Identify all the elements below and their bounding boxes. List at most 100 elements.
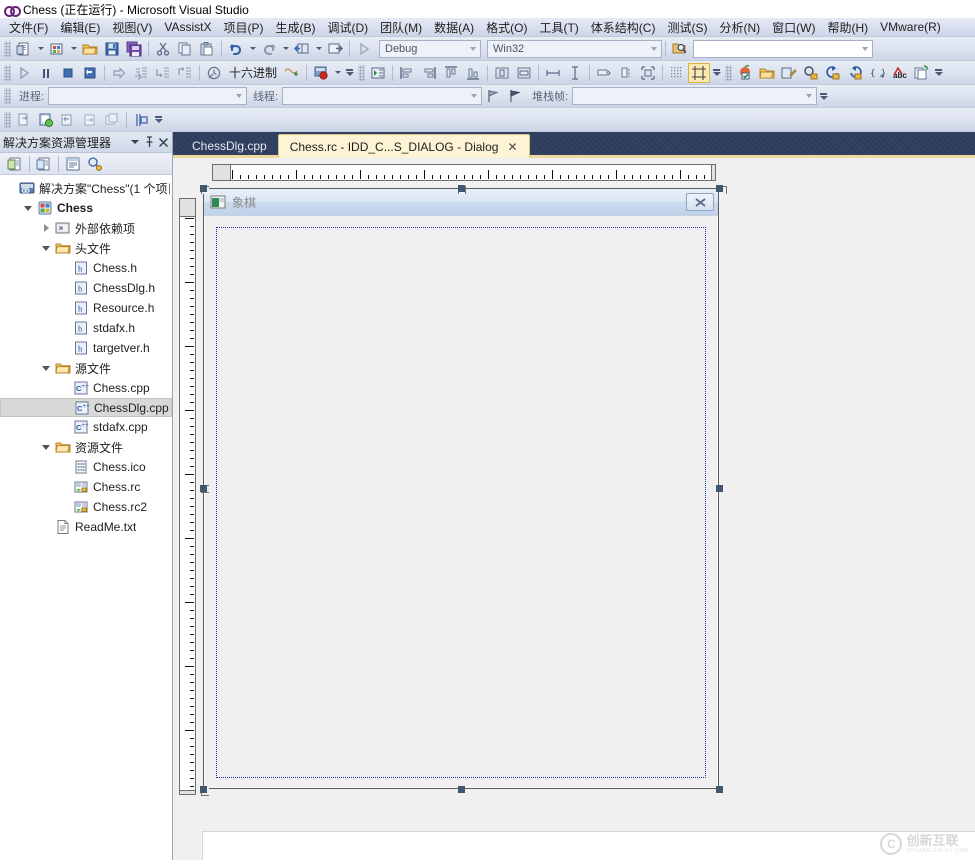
- copy-icon[interactable]: [174, 39, 196, 59]
- toolbar-grip[interactable]: [4, 41, 11, 57]
- close-icon[interactable]: ✕: [507, 141, 517, 153]
- new-project-dropdown[interactable]: [68, 39, 79, 59]
- va-snippet-icon[interactable]: { }: [866, 63, 888, 83]
- tree-item-10[interactable]: C++Chess.cpp: [0, 378, 172, 398]
- platform-combo[interactable]: Win32: [487, 40, 662, 58]
- show-all-files-icon[interactable]: [33, 154, 55, 174]
- tree-item-15[interactable]: Chess.rc: [0, 477, 172, 497]
- chevron-down-icon[interactable]: [38, 439, 54, 455]
- hexadecimal-display-label[interactable]: 十六进制: [225, 64, 281, 81]
- tree-item-12[interactable]: C++stdafx.cpp: [0, 417, 172, 437]
- step-into-new-icon[interactable]: [79, 110, 101, 130]
- menu-item-0[interactable]: 文件(F): [3, 17, 54, 38]
- selection-handle-mid-right[interactable]: [716, 485, 723, 492]
- open-file-icon[interactable]: [79, 39, 101, 59]
- toolbar-overflow-button[interactable]: [152, 110, 165, 130]
- chevron-right-icon[interactable]: [38, 220, 54, 236]
- tree-item-5[interactable]: hChessDlg.h: [0, 278, 172, 298]
- tab-order-icon[interactable]: [367, 63, 389, 83]
- menu-item-7[interactable]: 团队(M): [374, 17, 428, 38]
- toolbar-overflow-button[interactable]: [817, 86, 830, 106]
- align-bottoms-icon[interactable]: [462, 63, 484, 83]
- view-code-icon[interactable]: [62, 154, 84, 174]
- toggle-guides-icon[interactable]: [688, 63, 710, 83]
- new-project-icon[interactable]: [46, 39, 68, 59]
- menu-item-4[interactable]: 项目(P): [217, 17, 269, 38]
- menu-item-15[interactable]: 帮助(H): [821, 17, 874, 38]
- selection-handle-bottom-right[interactable]: [716, 786, 723, 793]
- dialog-client-area[interactable]: [216, 227, 706, 778]
- va-spell-check-icon[interactable]: abc: [888, 63, 910, 83]
- navigate-forward-icon[interactable]: [324, 39, 346, 59]
- apply-code-changes-icon[interactable]: [35, 110, 57, 130]
- debug-windows-icon[interactable]: [203, 63, 225, 83]
- tree-item-13[interactable]: 资源文件: [0, 437, 172, 457]
- design-dialog[interactable]: 象棋: [203, 188, 719, 789]
- new-item-dropdown[interactable]: [35, 39, 46, 59]
- tree-item-11[interactable]: C++ChessDlg.cpp: [0, 398, 172, 417]
- step-out-current-icon[interactable]: [57, 110, 79, 130]
- chevron-down-icon[interactable]: [38, 240, 54, 256]
- breakpoint-dropdown[interactable]: [332, 63, 343, 83]
- redo-icon[interactable]: [258, 39, 280, 59]
- redo-dropdown[interactable]: [280, 39, 291, 59]
- toolbar-grip[interactable]: [4, 88, 11, 104]
- menu-item-10[interactable]: 工具(T): [533, 17, 584, 38]
- find-input[interactable]: [693, 40, 873, 58]
- editor-tab-0[interactable]: ChessDlg.cpp: [181, 134, 278, 158]
- align-rights-icon[interactable]: [418, 63, 440, 83]
- flag-filter-icon[interactable]: [482, 86, 504, 106]
- center-in-dialog-icon[interactable]: [637, 63, 659, 83]
- tree-item-8[interactable]: htargetver.h: [0, 338, 172, 358]
- flag-all-icon[interactable]: [504, 86, 526, 106]
- toggle-grid-icon[interactable]: [666, 63, 688, 83]
- dialog-close-button[interactable]: [686, 193, 714, 211]
- copy-stack-icon[interactable]: [101, 110, 123, 130]
- paste-icon[interactable]: [196, 39, 218, 59]
- stop-debugging-icon[interactable]: [57, 63, 79, 83]
- start-debug-icon[interactable]: [353, 39, 375, 59]
- chevron-down-icon[interactable]: [20, 200, 36, 216]
- toolbar-overflow-button[interactable]: [932, 63, 945, 83]
- tree-item-3[interactable]: 头文件: [0, 238, 172, 258]
- tree-item-0[interactable]: 解决方案"Chess"(1 个项目: [0, 178, 172, 198]
- cut-icon[interactable]: [152, 39, 174, 59]
- navigate-backward-icon[interactable]: [291, 39, 313, 59]
- toolbar-grip[interactable]: [4, 112, 11, 128]
- undo-dropdown[interactable]: [247, 39, 258, 59]
- align-tops-icon[interactable]: [440, 63, 462, 83]
- new-item-icon[interactable]: [13, 39, 35, 59]
- size-to-content-icon[interactable]: [593, 63, 615, 83]
- menu-item-9[interactable]: 格式(O): [480, 17, 533, 38]
- menu-item-16[interactable]: VMware(R): [874, 18, 947, 36]
- tree-item-14[interactable]: Chess.ico: [0, 457, 172, 477]
- solution-tree[interactable]: 解决方案"Chess"(1 个项目Chess外部依赖项头文件hChess.hhC…: [0, 175, 172, 860]
- editor-tab-1[interactable]: Chess.rc - IDD_C...S_DIALOG - Dialog✕: [278, 134, 530, 158]
- va-goto-next-icon[interactable]: [844, 63, 866, 83]
- center-horizontal-icon[interactable]: [491, 63, 513, 83]
- selection-handle-top-right[interactable]: [716, 185, 723, 192]
- threads-icon[interactable]: [281, 63, 303, 83]
- selection-handle-top-left[interactable]: [200, 185, 207, 192]
- selection-handle-top-center[interactable]: [458, 185, 465, 192]
- step-into-icon[interactable]: [130, 63, 152, 83]
- close-panel-button[interactable]: [156, 135, 170, 150]
- tree-item-7[interactable]: hstdafx.h: [0, 318, 172, 338]
- va-paste-history-icon[interactable]: [910, 63, 932, 83]
- make-same-width-icon[interactable]: [542, 63, 564, 83]
- toolbar-grip[interactable]: [4, 65, 11, 81]
- properties-window-icon[interactable]: [4, 154, 26, 174]
- continue-icon[interactable]: [13, 63, 35, 83]
- tree-item-6[interactable]: hResource.h: [0, 298, 172, 318]
- menu-item-6[interactable]: 调试(D): [321, 17, 374, 38]
- tree-item-1[interactable]: Chess: [0, 198, 172, 218]
- tree-item-16[interactable]: Chess.rc2: [0, 497, 172, 517]
- align-lefts-icon[interactable]: [396, 63, 418, 83]
- restart-icon[interactable]: [79, 63, 101, 83]
- auto-hide-pin-button[interactable]: [142, 135, 156, 150]
- menu-item-8[interactable]: 数据(A): [428, 17, 480, 38]
- breakpoint-icon[interactable]: [310, 63, 332, 83]
- menu-item-11[interactable]: 体系结构(C): [585, 17, 662, 38]
- va-goto-prev-icon[interactable]: [822, 63, 844, 83]
- dialog-selection-wrapper[interactable]: 象棋: [203, 188, 723, 793]
